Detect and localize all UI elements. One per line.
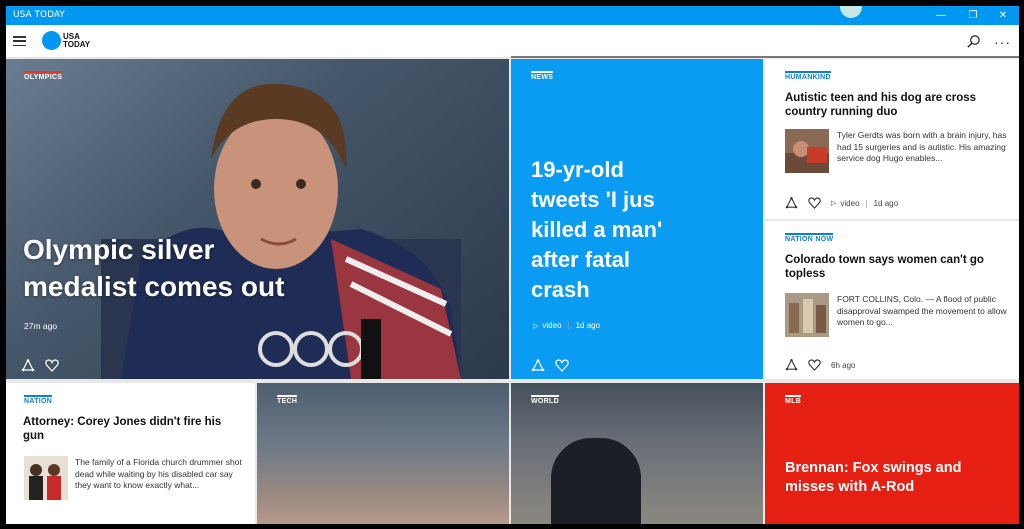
- nation-headline[interactable]: Attorney: Corey Jones didn't fire his gu…: [23, 415, 243, 443]
- heart-icon[interactable]: [555, 359, 569, 372]
- minimize-button[interactable]: —: [925, 6, 957, 25]
- app-window: USA TODAY — ❐ ✕ USA TODAY ··· OLYMPICS O…: [6, 6, 1019, 524]
- heart-icon[interactable]: [808, 359, 821, 371]
- close-button[interactable]: ✕: [987, 6, 1019, 25]
- world-photo-silhouette: [551, 438, 641, 524]
- hero-story-tile[interactable]: OLYMPICS Olympic silver medalist comes o…: [6, 59, 509, 379]
- news-story-tile[interactable]: NEWS 19-yr-old tweets 'I jus killed a ma…: [511, 59, 763, 379]
- play-icon: ▷: [831, 200, 837, 207]
- world-category: WORLD: [531, 395, 559, 405]
- nation-now-meta: 6h ago: [785, 359, 855, 371]
- tile-divider: [511, 56, 1019, 58]
- humankind-headline[interactable]: Autistic teen and his dog are cross coun…: [785, 91, 1005, 119]
- humankind-meta: ▷ video | 1d ago: [785, 197, 898, 209]
- world-story-tile[interactable]: WORLD: [511, 383, 763, 524]
- app-bar: USA TODAY ···: [6, 25, 1019, 58]
- play-icon: ▷: [533, 322, 539, 330]
- share-icon[interactable]: [531, 359, 545, 372]
- news-category: NEWS: [531, 71, 554, 81]
- nation-summary: The family of a Florida church drummer s…: [75, 457, 242, 490]
- nation-thumbnail: [24, 456, 68, 500]
- nation-story-tile[interactable]: NATION Attorney: Corey Jones didn't fire…: [6, 383, 255, 524]
- nation-now-category: NATION NOW: [785, 233, 834, 243]
- usa-today-logo[interactable]: USA TODAY: [42, 31, 90, 50]
- logo-dot: [42, 31, 61, 50]
- hero-photo: [101, 83, 461, 379]
- tech-story-tile[interactable]: TECH: [257, 383, 509, 524]
- nation-now-story-tile[interactable]: NATION NOW Colorado town says women can'…: [765, 221, 1019, 379]
- heart-icon[interactable]: [808, 197, 821, 209]
- humankind-story-tile[interactable]: HUMANKIND Autistic teen and his dog are …: [765, 59, 1019, 219]
- mlb-story-tile[interactable]: MLB Brennan: Fox swings and misses with …: [765, 383, 1019, 524]
- tech-category: TECH: [277, 395, 298, 405]
- hero-category: OLYMPICS: [24, 71, 63, 81]
- humankind-thumbnail: [785, 129, 829, 173]
- humankind-category: HUMANKIND: [785, 71, 831, 81]
- humankind-summary: Tyler Gerdts was born with a brain injur…: [837, 130, 1007, 163]
- maximize-button[interactable]: ❐: [957, 6, 989, 25]
- mlb-category: MLB: [785, 395, 802, 405]
- news-actions: [531, 359, 569, 372]
- title-bar: USA TODAY — ❐ ✕: [6, 6, 1019, 25]
- mlb-headline[interactable]: Brennan: Fox swings and misses with A-Ro…: [785, 459, 1010, 497]
- hero-time: 27m ago: [24, 321, 58, 331]
- more-options-icon[interactable]: ···: [994, 34, 1011, 50]
- share-icon[interactable]: [785, 359, 798, 371]
- logo-text: USA TODAY: [63, 31, 91, 49]
- nation-now-headline[interactable]: Colorado town says women can't go toples…: [785, 253, 1005, 281]
- share-icon[interactable]: [21, 359, 35, 372]
- nation-now-summary: FORT COLLINS, Colo. — A flood of public …: [837, 294, 1007, 327]
- hero-headline[interactable]: Olympic silver medalist comes out: [23, 231, 284, 305]
- news-headline[interactable]: 19-yr-old tweets 'I jus killed a man' af…: [531, 155, 751, 305]
- heart-icon[interactable]: [45, 359, 59, 372]
- search-icon[interactable]: [966, 34, 981, 49]
- hero-actions: [21, 359, 59, 372]
- news-meta: ▷ video | 1d ago: [533, 321, 601, 330]
- menu-icon[interactable]: [13, 36, 26, 47]
- window-title: USA TODAY: [13, 10, 65, 20]
- cursor-glow: [840, 6, 862, 18]
- share-icon[interactable]: [785, 197, 798, 209]
- nation-now-thumbnail: [785, 293, 829, 337]
- nation-category: NATION: [24, 395, 53, 405]
